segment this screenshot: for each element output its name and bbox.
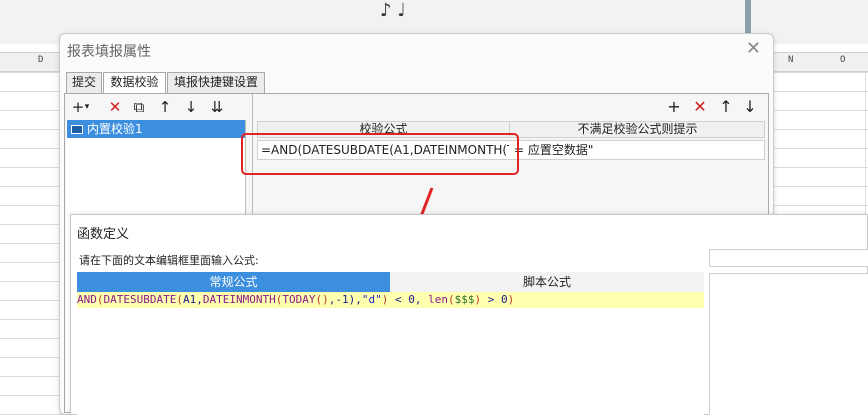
code-token: TODAY <box>282 293 316 306</box>
code-token: ( <box>447 293 455 306</box>
code-token: DATESUBDATE <box>103 293 177 306</box>
decorative-icon: ♪ ♩ <box>380 0 406 21</box>
column-header-n[interactable]: N <box>788 55 793 65</box>
dialog-title: 报表填报属性 <box>67 44 151 60</box>
validation-item-icon <box>71 125 83 134</box>
move-up-icon[interactable]: ↑ <box>155 97 175 117</box>
code-token: DATEINMONTH <box>202 293 276 306</box>
code-token: ( <box>96 293 104 306</box>
move-down-icon[interactable]: ↓ <box>740 97 760 117</box>
move-up-icon[interactable]: ↑ <box>716 97 736 117</box>
tab-submit[interactable]: 提交 <box>66 72 102 93</box>
code-token: < 0, <box>388 293 429 306</box>
message-cell[interactable]: = 应置空数据" <box>514 141 762 159</box>
code-token: AND <box>77 293 97 306</box>
add-icon[interactable]: + <box>664 97 684 117</box>
function-help-panel <box>709 273 868 415</box>
column-header-message[interactable]: 不满足校验公式则提示 <box>511 122 764 137</box>
dropdown-icon[interactable]: ▾ <box>82 97 92 117</box>
formula-type-tabs: 常规公式 脚本公式 <box>77 272 704 292</box>
tab-data-validation[interactable]: 数据校验 <box>103 72 166 94</box>
tab-regular-formula[interactable]: 常规公式 <box>77 272 390 292</box>
code-token: A1, <box>182 293 203 306</box>
delete-icon[interactable]: ✕ <box>105 97 125 117</box>
formula-editor[interactable]: AND(DATESUBDATE(A1,DATEINMONTH(TODAY(),-… <box>77 292 704 415</box>
column-header-o[interactable]: O <box>840 55 845 65</box>
function-definition-dialog: 函数定义 请在下面的文本编辑框里面输入公式: 常规公式 脚本公式 AND(DAT… <box>70 214 868 415</box>
code-token: > 0 <box>481 293 508 306</box>
tab-script-formula[interactable]: 脚本公式 <box>390 272 704 292</box>
delete-icon[interactable]: ✕ <box>690 97 710 117</box>
tab-shortcut-settings[interactable]: 填报快捷键设置 <box>167 72 265 93</box>
code-token: ,-1), <box>328 293 362 306</box>
function-dialog-title: 函数定义 <box>77 227 130 242</box>
code-token: len <box>428 293 448 306</box>
function-search-input[interactable] <box>709 249 868 267</box>
code-token: "d" <box>361 293 382 306</box>
column-header-d[interactable]: D <box>38 55 43 65</box>
highlight-box <box>241 133 519 175</box>
left-toolbar: + ▾ ✕ ⧉ ↑ ↓ ⇊ <box>65 94 251 119</box>
formula-instruction: 请在下面的文本编辑框里面输入公式: <box>79 254 259 267</box>
code-token: () <box>315 293 329 306</box>
right-toolbar: + ✕ ↑ ↓ <box>664 97 764 117</box>
list-item[interactable]: 内置校验1 <box>67 120 245 138</box>
code-token: ( <box>176 293 183 306</box>
code-token: ) <box>507 293 515 306</box>
code-token: $$$ <box>454 293 475 306</box>
formula-code-line[interactable]: AND(DATESUBDATE(A1,DATEINMONTH(TODAY(),-… <box>77 292 704 308</box>
sort-icon[interactable]: ⇊ <box>207 97 227 117</box>
copy-icon[interactable]: ⧉ <box>129 97 149 117</box>
close-icon[interactable]: ✕ <box>746 38 761 59</box>
list-item-label: 内置校验1 <box>87 122 143 136</box>
move-down-icon[interactable]: ↓ <box>181 97 201 117</box>
